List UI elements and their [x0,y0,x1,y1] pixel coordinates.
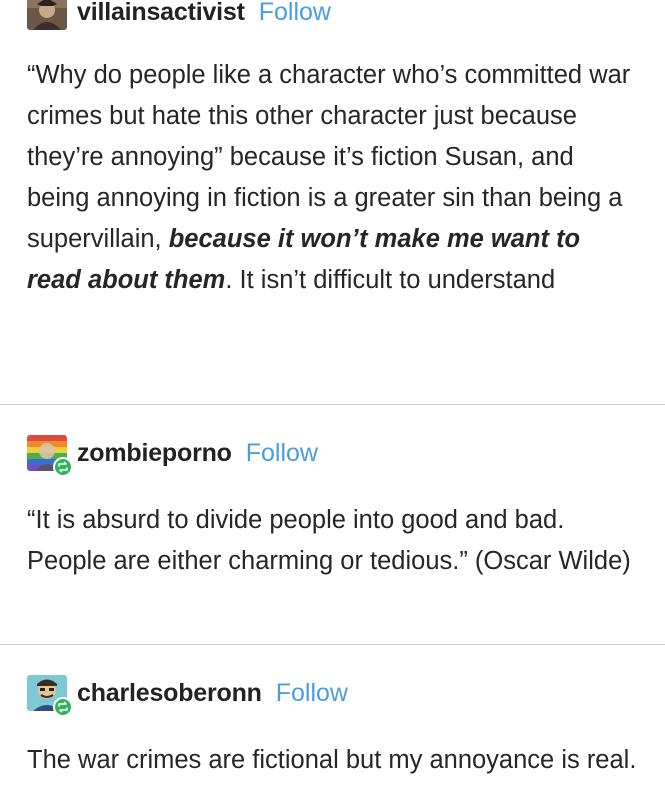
divider [0,644,665,645]
post-body: The war crimes are fictional but my anno… [27,740,637,781]
post-header: villainsactivist Follow [27,0,331,32]
post-text: “It is absurd to divide people into good… [27,506,631,575]
username[interactable]: villainsactivist [77,0,245,27]
follow-button[interactable]: Follow [276,679,348,708]
divider [0,404,665,405]
username[interactable]: charlesoberonn [77,679,262,708]
avatar[interactable] [27,435,73,477]
avatar[interactable] [27,0,67,30]
avatar[interactable] [27,675,73,717]
reblog-icon [53,697,73,717]
follow-button[interactable]: Follow [259,0,331,27]
post-body: “Why do people like a character who’s co… [27,55,637,301]
post-body: “It is absurd to divide people into good… [27,500,637,582]
post-header: zombieporno Follow [27,433,318,477]
follow-button[interactable]: Follow [246,439,318,468]
post-text-end: . It isn’t difficult to understand [225,266,556,294]
post-header: charlesoberonn Follow [27,673,348,717]
post-text: The war crimes are fictional but my anno… [27,746,637,774]
villain-avatar-icon [27,0,67,30]
username[interactable]: zombieporno [77,439,232,468]
reblog-icon [53,457,73,477]
